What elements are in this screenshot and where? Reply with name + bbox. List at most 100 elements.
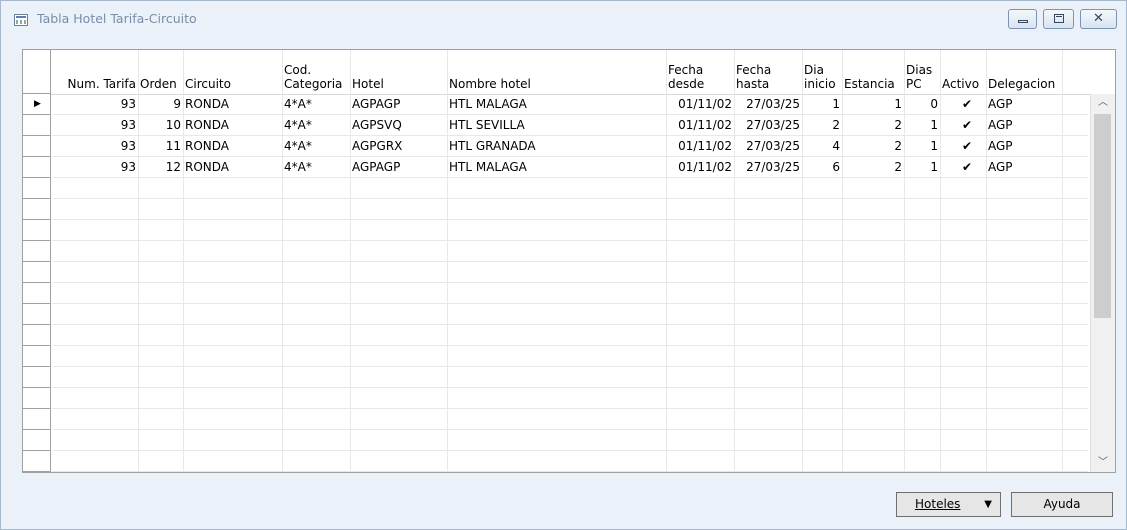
cell-circuito[interactable]: RONDA xyxy=(183,94,282,114)
row-selector[interactable] xyxy=(23,409,51,430)
column-header-delegacion[interactable]: Delegacion xyxy=(986,50,1066,94)
cell-dias-pc[interactable]: 0 xyxy=(904,94,940,114)
empty-row[interactable] xyxy=(52,199,1088,220)
column-header-orden[interactable]: Orden xyxy=(138,50,183,94)
empty-row[interactable] xyxy=(52,241,1088,262)
empty-row[interactable] xyxy=(52,388,1088,409)
cell-nombre-hotel[interactable]: HTL SEVILLA xyxy=(447,115,666,135)
check-icon[interactable]: ✔ xyxy=(940,136,974,156)
cell-estancia[interactable]: 1 xyxy=(842,94,904,114)
check-icon[interactable]: ✔ xyxy=(940,115,974,135)
close-button[interactable]: ✕ xyxy=(1080,9,1117,29)
column-header-nombre-hotel[interactable]: Nombre hotel xyxy=(447,50,666,94)
cell-num-tarifa[interactable]: 93 xyxy=(52,94,138,114)
cell-dia-inicio[interactable]: 6 xyxy=(802,157,842,177)
cell-delegacion[interactable]: AGP xyxy=(986,115,1062,135)
empty-row[interactable] xyxy=(52,178,1088,199)
cell-fecha-desde[interactable]: 01/11/02 xyxy=(666,94,734,114)
column-header-activo[interactable]: Activo xyxy=(940,50,986,94)
maximize-button[interactable] xyxy=(1043,9,1074,29)
vertical-scrollbar[interactable]: ︿ ﹀ xyxy=(1090,94,1115,472)
column-header-cod-categoria[interactable]: Cod. Categoria xyxy=(282,50,350,94)
cell-nombre-hotel[interactable]: HTL GRANADA xyxy=(447,136,666,156)
cell-delegacion[interactable]: AGP xyxy=(986,136,1062,156)
cell-dias-pc[interactable]: 1 xyxy=(904,136,940,156)
cell-hotel[interactable]: AGPAGP xyxy=(350,157,447,177)
cell-delegacion[interactable]: AGP xyxy=(986,94,1062,114)
empty-row[interactable] xyxy=(52,367,1088,388)
cell-num-tarifa[interactable]: 93 xyxy=(52,115,138,135)
title-bar[interactable]: Tabla Hotel Tarifa-Circuito ✕ xyxy=(1,1,1126,39)
empty-row[interactable] xyxy=(52,409,1088,430)
empty-row[interactable] xyxy=(52,451,1088,472)
table-row[interactable]: 93 11 RONDA 4*A* AGPGRX HTL GRANADA 01/1… xyxy=(52,136,1088,157)
table-row[interactable]: 93 10 RONDA 4*A* AGPSVQ HTL SEVILLA 01/1… xyxy=(52,115,1088,136)
cell-fecha-hasta[interactable]: 27/03/25 xyxy=(734,136,802,156)
scrollbar-thumb[interactable] xyxy=(1094,114,1111,318)
column-header-fecha-hasta[interactable]: Fecha hasta xyxy=(734,50,802,94)
hoteles-button[interactable]: Hoteles ▼ xyxy=(896,492,1001,517)
row-selector[interactable] xyxy=(23,241,51,262)
empty-row[interactable] xyxy=(52,283,1088,304)
cell-hotel[interactable]: AGPSVQ xyxy=(350,115,447,135)
cell-hotel[interactable]: AGPAGP xyxy=(350,94,447,114)
row-selector[interactable] xyxy=(23,199,51,220)
row-selector[interactable] xyxy=(23,262,51,283)
column-header-dia-inicio[interactable]: Dia inicio xyxy=(802,50,842,94)
cell-dia-inicio[interactable]: 4 xyxy=(802,136,842,156)
row-selector[interactable] xyxy=(23,283,51,304)
cell-dia-inicio[interactable]: 2 xyxy=(802,115,842,135)
row-selector[interactable] xyxy=(23,346,51,367)
cell-circuito[interactable]: RONDA xyxy=(183,136,282,156)
cell-nombre-hotel[interactable]: HTL MALAGA xyxy=(447,157,666,177)
column-header-num-tarifa[interactable]: Num. Tarifa xyxy=(52,50,138,94)
cell-cod-categoria[interactable]: 4*A* xyxy=(282,136,350,156)
cell-num-tarifa[interactable]: 93 xyxy=(52,157,138,177)
row-selector[interactable] xyxy=(23,451,51,472)
cell-orden[interactable]: 11 xyxy=(138,136,183,156)
cell-fecha-desde[interactable]: 01/11/02 xyxy=(666,115,734,135)
check-icon[interactable]: ✔ xyxy=(940,157,974,177)
row-selector[interactable] xyxy=(23,325,51,346)
scroll-up-icon[interactable]: ︿ xyxy=(1091,94,1115,112)
row-selector[interactable] xyxy=(23,388,51,409)
cell-fecha-desde[interactable]: 01/11/02 xyxy=(666,136,734,156)
column-header-fecha-desde[interactable]: Fecha desde xyxy=(666,50,734,94)
cell-nombre-hotel[interactable]: HTL MALAGA xyxy=(447,94,666,114)
scroll-down-icon[interactable]: ﹀ xyxy=(1091,454,1115,472)
cell-dias-pc[interactable]: 1 xyxy=(904,115,940,135)
minimize-button[interactable] xyxy=(1008,9,1037,29)
empty-row[interactable] xyxy=(52,262,1088,283)
column-header-circuito[interactable]: Circuito xyxy=(183,50,282,94)
data-grid[interactable]: Num. Tarifa Orden Circuito Cod. Categori… xyxy=(22,49,1116,473)
ayuda-button[interactable]: Ayuda xyxy=(1011,492,1113,517)
row-selector[interactable]: ▶ xyxy=(23,94,51,115)
cell-num-tarifa[interactable]: 93 xyxy=(52,136,138,156)
empty-row[interactable] xyxy=(52,430,1088,451)
cell-circuito[interactable]: RONDA xyxy=(183,157,282,177)
row-selector[interactable] xyxy=(23,430,51,451)
cell-fecha-desde[interactable]: 01/11/02 xyxy=(666,157,734,177)
column-header-dias-pc[interactable]: Dias PC xyxy=(904,50,940,94)
row-selector[interactable] xyxy=(23,136,51,157)
cell-cod-categoria[interactable]: 4*A* xyxy=(282,94,350,114)
cell-cod-categoria[interactable]: 4*A* xyxy=(282,157,350,177)
cell-estancia[interactable]: 2 xyxy=(842,115,904,135)
row-selector[interactable] xyxy=(23,220,51,241)
row-selector[interactable] xyxy=(23,367,51,388)
cell-fecha-hasta[interactable]: 27/03/25 xyxy=(734,157,802,177)
column-header-estancia[interactable]: Estancia xyxy=(842,50,904,94)
cell-estancia[interactable]: 2 xyxy=(842,157,904,177)
cell-fecha-hasta[interactable]: 27/03/25 xyxy=(734,94,802,114)
cell-circuito[interactable]: RONDA xyxy=(183,115,282,135)
row-selector[interactable] xyxy=(23,157,51,178)
check-icon[interactable]: ✔ xyxy=(940,94,974,114)
cell-dia-inicio[interactable]: 1 xyxy=(802,94,842,114)
table-row[interactable]: 93 12 RONDA 4*A* AGPAGP HTL MALAGA 01/11… xyxy=(52,157,1088,178)
cell-estancia[interactable]: 2 xyxy=(842,136,904,156)
cell-orden[interactable]: 10 xyxy=(138,115,183,135)
cell-orden[interactable]: 9 xyxy=(138,94,183,114)
empty-row[interactable] xyxy=(52,346,1088,367)
empty-row[interactable] xyxy=(52,325,1088,346)
column-header-hotel[interactable]: Hotel xyxy=(350,50,447,94)
